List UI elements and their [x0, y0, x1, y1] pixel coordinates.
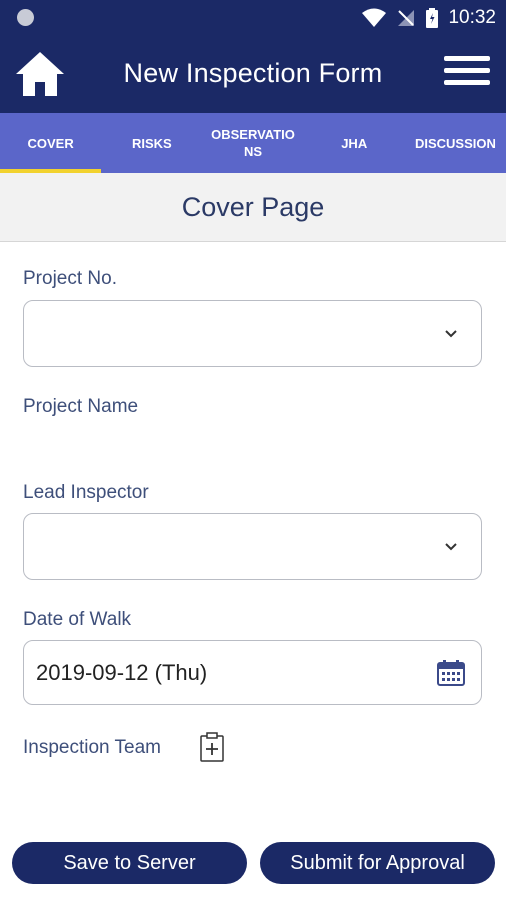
clock-time: 10:32 [448, 7, 496, 28]
chevron-down-icon [445, 543, 457, 551]
notification-dot-icon [17, 9, 34, 26]
project-no-label: Project No. [23, 268, 117, 289]
inspection-team-label: Inspection Team [23, 737, 162, 758]
battery-icon [426, 8, 439, 28]
status-bar: 10:32 [0, 0, 506, 36]
tab-bar: COVER RISKS OBSERVATIONS JHA DISCUSSION [0, 113, 506, 173]
lead-inspector-select[interactable] [23, 513, 482, 580]
status-icons: 10:32 [362, 0, 496, 36]
app-bar: New Inspection Form [0, 36, 506, 113]
page-title: New Inspection Form [123, 58, 383, 88]
chevron-down-icon [445, 330, 457, 338]
add-team-member-icon[interactable] [200, 732, 224, 762]
tab-risks[interactable]: RISKS [101, 113, 202, 173]
hamburger-icon [444, 56, 490, 61]
tab-observations[interactable]: OBSERVATIONS [202, 113, 303, 173]
tab-cover[interactable]: COVER [0, 113, 102, 173]
date-value: 2019-09-12 (Thu) [36, 660, 208, 685]
project-no-select[interactable] [23, 300, 482, 367]
lead-inspector-label: Lead Inspector [23, 482, 149, 503]
tab-discussion[interactable]: DISCUSSION [405, 113, 506, 173]
date-of-walk-field[interactable]: 2019-09-12 (Thu) [23, 640, 482, 705]
save-to-server-button[interactable]: Save to Server [12, 842, 247, 884]
project-name-label: Project Name [23, 396, 139, 417]
tab-jha[interactable]: JHA [304, 113, 405, 173]
wifi-icon [362, 8, 387, 27]
calendar-icon[interactable] [437, 660, 465, 686]
date-of-walk-label: Date of Walk [23, 609, 132, 630]
submit-for-approval-button[interactable]: Submit for Approval [260, 842, 495, 884]
section-title: Cover Page [0, 173, 506, 242]
menu-button[interactable] [444, 56, 490, 92]
no-signal-icon [398, 10, 415, 26]
